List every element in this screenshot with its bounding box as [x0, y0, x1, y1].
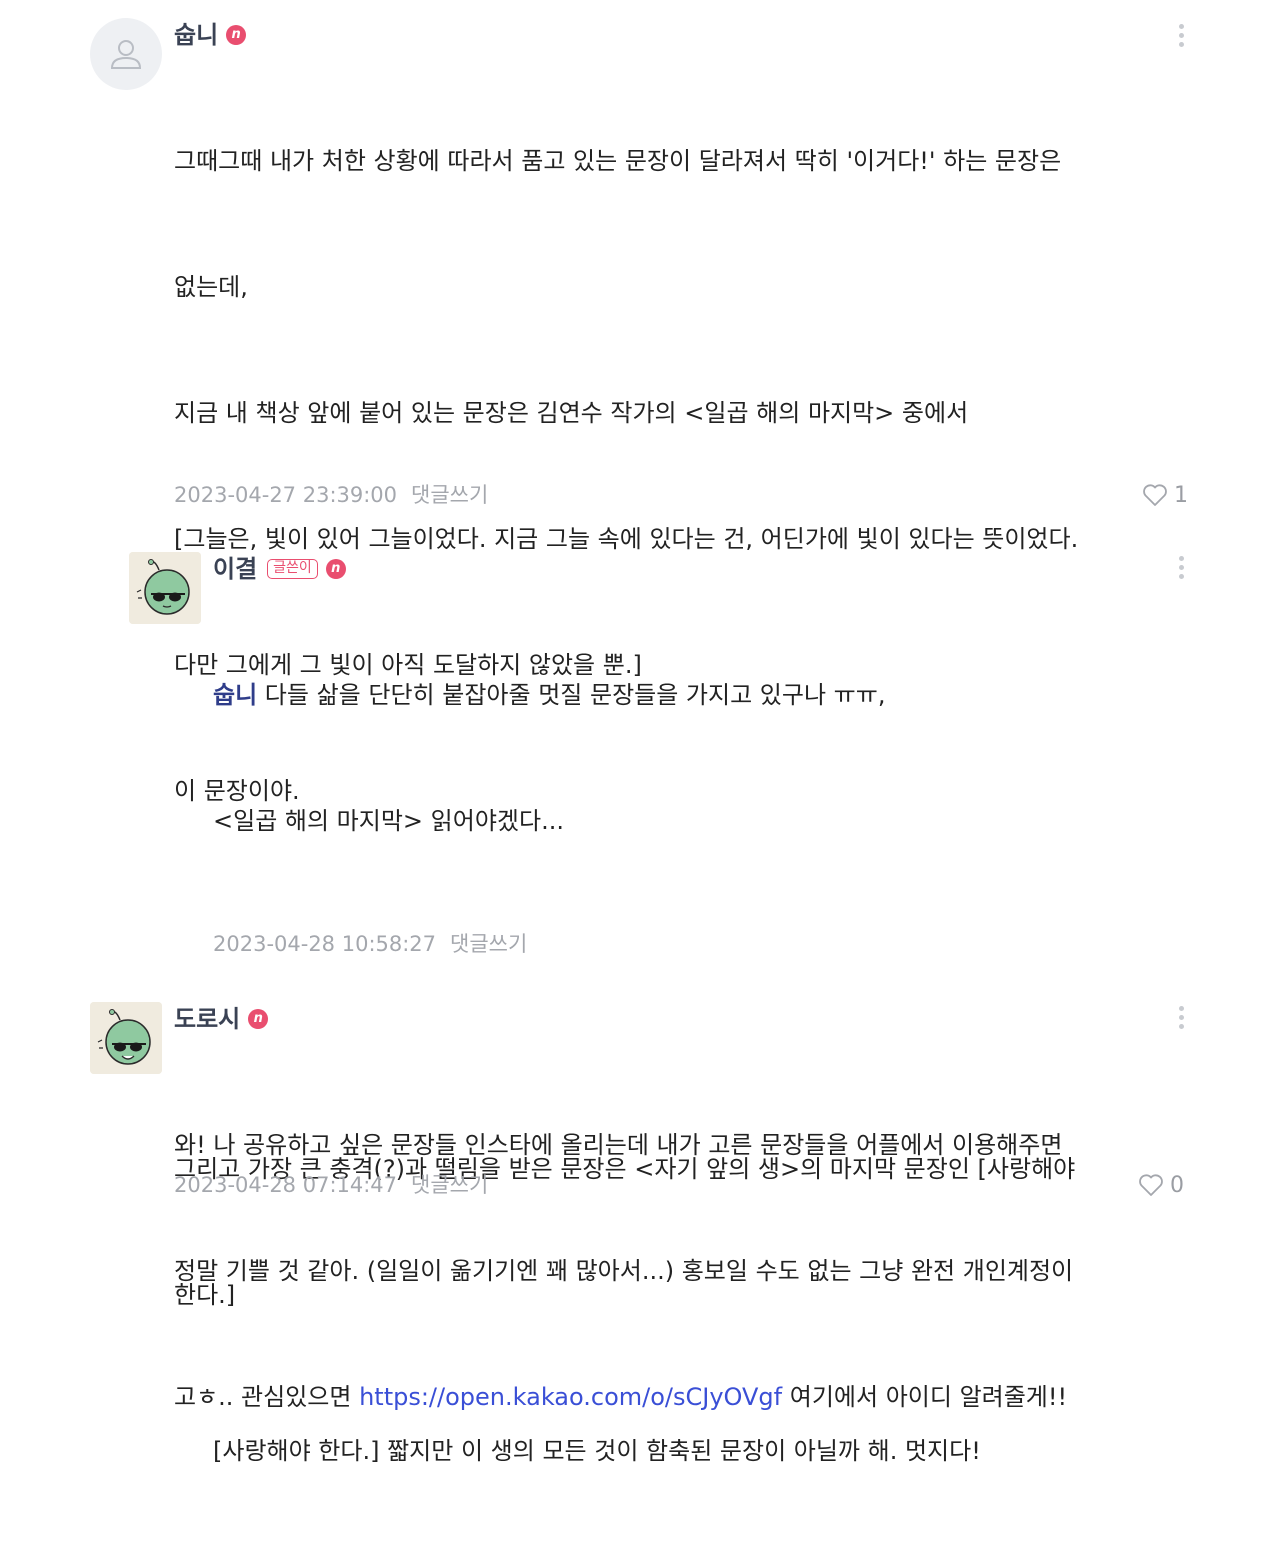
like-count: 0: [1170, 1172, 1184, 1198]
comment-line: 그때그때 내가 처한 상황에 따라서 품고 있는 문장이 달라져서 딱히 '이거…: [174, 147, 1062, 175]
n-badge-icon: n: [325, 559, 346, 579]
user-icon: [110, 40, 142, 69]
n-badge-icon: n: [226, 25, 247, 45]
comment-text: 여기에서 아이디 알려줄게!!: [782, 1383, 1068, 1411]
heart-outline-icon: [1143, 484, 1167, 506]
more-options-icon[interactable]: [1176, 1006, 1186, 1032]
comment-suni: 숩니 n 그때그때 내가 처한 상황에 따라서 품고 있는 문장이 달라져서 딱…: [0, 0, 1280, 1309]
heart-outline-icon: [1139, 1174, 1163, 1196]
author-name[interactable]: 이결: [213, 552, 257, 586]
author-row: 숩니 n: [174, 18, 247, 52]
reply-button[interactable]: 댓글쓰기: [450, 932, 527, 956]
external-link[interactable]: https://open.kakao.com/o/sCJyOVgf: [359, 1383, 782, 1411]
comment-line: 와! 나 공유하고 싶은 문장들 인스타에 올리는데 내가 고른 문장들을 어플…: [174, 1131, 1063, 1159]
avatar[interactable]: [129, 552, 201, 624]
comment-dorothy: 도로시 n 와! 나 공유하고 싶은 문장들 인스타에 올리는데 내가 고른 문…: [0, 990, 1280, 1411]
like-button[interactable]: 1: [1142, 480, 1188, 510]
character-avatar-icon: [90, 1002, 162, 1074]
author-name[interactable]: 숩니: [174, 18, 218, 52]
like-button[interactable]: 0: [1138, 1170, 1184, 1200]
comment-text: 다들 삶을 단단히 붙잡아줄 멋질 문장들을 가지고 있구나 ㅠㅠ,: [257, 681, 886, 709]
comment-line: 고ㅎ.. 관심있으면 https://open.kakao.com/o/sCJy…: [174, 1376, 1214, 1418]
comment-date: 2023-04-27 23:39:00: [174, 483, 398, 507]
comment-date: 2023-04-28 07:14:47: [174, 1173, 398, 1197]
comment-line: 지금 내 책상 앞에 붙어 있는 문장은 김연수 작가의 <일곱 해의 마지막>…: [174, 399, 969, 427]
author-row: 이결 글쓴이 n: [213, 552, 346, 586]
comment-meta: 2023-04-28 10:58:27 댓글쓰기: [213, 929, 527, 959]
comment-meta: 2023-04-27 23:39:00 댓글쓰기: [174, 480, 488, 510]
comment-line: 숩니 다들 삶을 단단히 붙잡아줄 멋질 문장들을 가지고 있구나 ㅠㅠ,: [213, 674, 1213, 716]
comment-text: 고ㅎ.. 관심있으면: [174, 1383, 360, 1411]
comment-meta: 2023-04-28 07:14:47 댓글쓰기: [174, 1170, 488, 1200]
reply-button[interactable]: 댓글쓰기: [411, 1173, 488, 1197]
character-avatar-icon: [129, 552, 201, 624]
comment-line: <일곱 해의 마지막> 읽어야겠다...: [213, 807, 564, 835]
comment-line: 정말 기쁠 것 같아. (일일이 옮기기엔 꽤 많아서...) 홍보일 수도 없…: [174, 1257, 1074, 1285]
author-row: 도로시 n: [174, 1002, 269, 1036]
n-badge-icon: n: [248, 1009, 269, 1029]
more-options-icon[interactable]: [1176, 24, 1186, 50]
comment-line: 없는데,: [174, 273, 248, 301]
mention-link[interactable]: 숩니: [213, 681, 257, 709]
reply-button[interactable]: 댓글쓰기: [411, 483, 488, 507]
writer-badge: 글쓴이: [267, 559, 318, 579]
more-options-icon[interactable]: [1176, 556, 1186, 582]
comment-date: 2023-04-28 10:58:27: [213, 932, 437, 956]
comment-body: 와! 나 공유하고 싶은 문장들 인스타에 올리는데 내가 고른 문장들을 어플…: [174, 1040, 1214, 1502]
author-name[interactable]: 도로시: [174, 1002, 240, 1036]
reply-igyeol: 이결 글쓴이 n 숩니 다들 삶을 단단히 붙잡아줄 멋질 문장들을 가지고 있…: [0, 540, 1280, 1465]
avatar[interactable]: [90, 18, 162, 90]
avatar[interactable]: [90, 1002, 162, 1074]
like-count: 1: [1174, 482, 1188, 508]
